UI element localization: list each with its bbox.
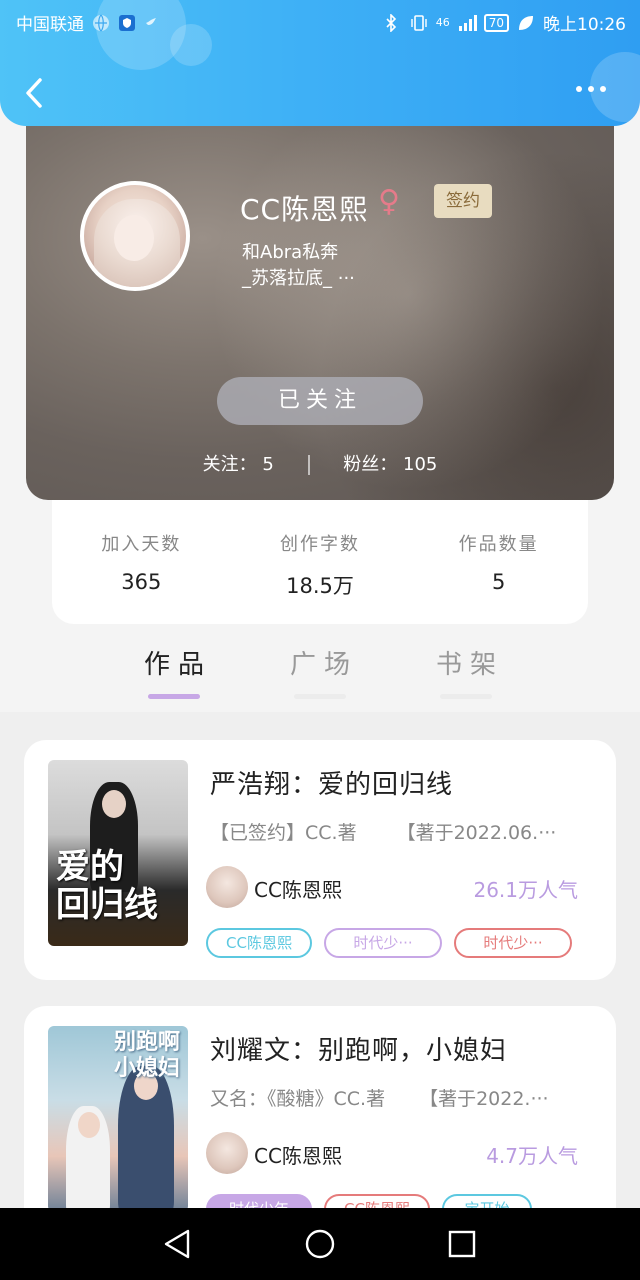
status-bar: 中国联通 46 70 晚上10:26 [0, 0, 640, 44]
tab-square[interactable]: 广场 [290, 644, 359, 699]
tab-bar: 作品 广场 书架 [0, 636, 640, 712]
work-meta-signed: 【已签约】CC.著 [210, 822, 357, 844]
tab-label: 广场 [290, 650, 359, 680]
vibrate-icon [410, 14, 428, 32]
tag-text: CC陈恩熙 [226, 934, 292, 952]
cover-face [78, 1112, 100, 1138]
battery-indicator: 70 [483, 13, 509, 32]
bio-line[interactable]: _苏落拉底_ ··· [242, 264, 355, 290]
signed-badge: 签约 [434, 184, 492, 218]
book-cover[interactable]: 别跑啊 小媳妇 [48, 1026, 188, 1212]
stat-word-count: 创作字数 18.5万 [231, 500, 410, 624]
recent-square-icon [448, 1230, 476, 1258]
cover-title: 爱的 回归线 [56, 847, 158, 925]
bird-icon [144, 14, 162, 32]
leaf-icon [517, 14, 535, 32]
shield-icon [118, 14, 136, 32]
work-tags: CC陈恩熙 时代少··· 时代少··· [206, 928, 572, 958]
work-popularity: 4.7万人气 [486, 1144, 578, 1168]
work-tag[interactable]: CC陈恩熙 [206, 928, 312, 958]
work-meta-date: 【著于2022.··· [419, 1088, 549, 1110]
back-triangle-icon [164, 1229, 190, 1259]
tab-label: 书架 [436, 650, 505, 680]
work-title[interactable]: 严浩翔：爱的回归线 [210, 764, 453, 801]
avatar-face [114, 215, 154, 261]
profile-card: CC陈恩熙 ♀ 签约 和Abra私奔 _苏落拉底_ ··· 已关注 关注： 5 … [26, 126, 614, 500]
chevron-left-icon [26, 78, 42, 108]
divider [307, 455, 310, 475]
stat-value: 18.5万 [286, 574, 354, 598]
stat-label: 加入天数 [101, 534, 182, 555]
top-header: 中国联通 46 70 晚上10:26 [0, 0, 640, 126]
follow-stats: 关注： 5 粉丝： 105 [26, 450, 614, 476]
signal-icon [458, 14, 477, 32]
tab-label: 作品 [144, 650, 213, 680]
work-title[interactable]: 刘耀文：别跑啊，小媳妇 [210, 1030, 507, 1067]
work-meta-date: 【著于2022.06.··· [396, 822, 557, 844]
bio-line: 和Abra私奔 [242, 242, 339, 263]
works-list: 爱的 回归线 严浩翔：爱的回归线 【已签约】CC.著 【著于2022.06.···… [0, 712, 640, 1246]
tab-bookshelf[interactable]: 书架 [436, 644, 505, 699]
stat-value: 5 [491, 570, 506, 594]
work-meta: 又名：《酸糖》CC.著 【著于2022.··· [210, 1084, 604, 1111]
author-avatar[interactable] [206, 866, 248, 908]
stat-works-count: 作品数量 5 [409, 500, 588, 624]
followers-label[interactable]: 粉丝： [343, 454, 397, 475]
nav-home-button[interactable] [302, 1226, 338, 1262]
more-dots-icon [600, 86, 606, 92]
tab-indicator [294, 694, 346, 699]
stat-days-joined: 加入天数 365 [52, 500, 231, 624]
work-tag[interactable]: 时代少··· [324, 928, 442, 958]
female-icon: ♀ [378, 184, 400, 219]
tab-works[interactable]: 作品 [144, 644, 213, 699]
cover-title: 别跑啊 小媳妇 [113, 1030, 180, 1081]
more-dots-icon [576, 86, 582, 92]
work-author[interactable]: CC陈恩熙 [254, 1140, 342, 1169]
more-options-button[interactable] [576, 86, 612, 98]
stats-card: 加入天数 365 创作字数 18.5万 作品数量 5 [52, 500, 588, 624]
book-cover[interactable]: 爱的 回归线 [48, 760, 188, 946]
nav-back-button[interactable] [160, 1226, 196, 1262]
globe-icon [92, 14, 110, 32]
work-tag[interactable]: 时代少··· [454, 928, 572, 958]
tab-indicator [440, 694, 492, 699]
profile-name: CC陈恩熙 [240, 193, 369, 226]
stat-label: 创作字数 [280, 534, 360, 555]
carrier-label: 中国联通 [16, 15, 84, 35]
work-popularity: 26.1万人气 [473, 878, 578, 902]
following-label[interactable]: 关注： [203, 454, 257, 475]
stat-value: 365 [121, 570, 162, 594]
following-count[interactable]: 5 [262, 454, 273, 475]
tag-text: 时代少··· [353, 934, 413, 952]
work-meta: 【已签约】CC.著 【著于2022.06.··· [210, 818, 604, 845]
work-card[interactable]: 爱的 回归线 严浩翔：爱的回归线 【已签约】CC.著 【著于2022.06.···… [24, 740, 616, 980]
home-circle-icon [305, 1229, 335, 1259]
stat-label: 作品数量 [458, 534, 539, 555]
followers-count[interactable]: 105 [403, 454, 437, 475]
followed-button[interactable]: 已关注 [217, 377, 423, 425]
bluetooth-icon [384, 12, 402, 33]
clock-time: 晚上10:26 [543, 15, 626, 35]
tag-text: 时代少··· [483, 934, 543, 952]
system-nav-bar [0, 1208, 640, 1280]
author-avatar[interactable] [206, 1132, 248, 1174]
back-button[interactable] [20, 74, 54, 112]
more-dots-icon [588, 86, 594, 92]
active-tab-indicator [148, 694, 200, 699]
nav-recent-button[interactable] [444, 1226, 480, 1262]
work-meta-alias: 又名：《酸糖》CC.著 [210, 1088, 386, 1110]
cover-face [102, 790, 126, 818]
profile-avatar[interactable] [80, 181, 190, 291]
network-type-label: 46 [435, 16, 450, 29]
work-author[interactable]: CC陈恩熙 [254, 874, 342, 903]
